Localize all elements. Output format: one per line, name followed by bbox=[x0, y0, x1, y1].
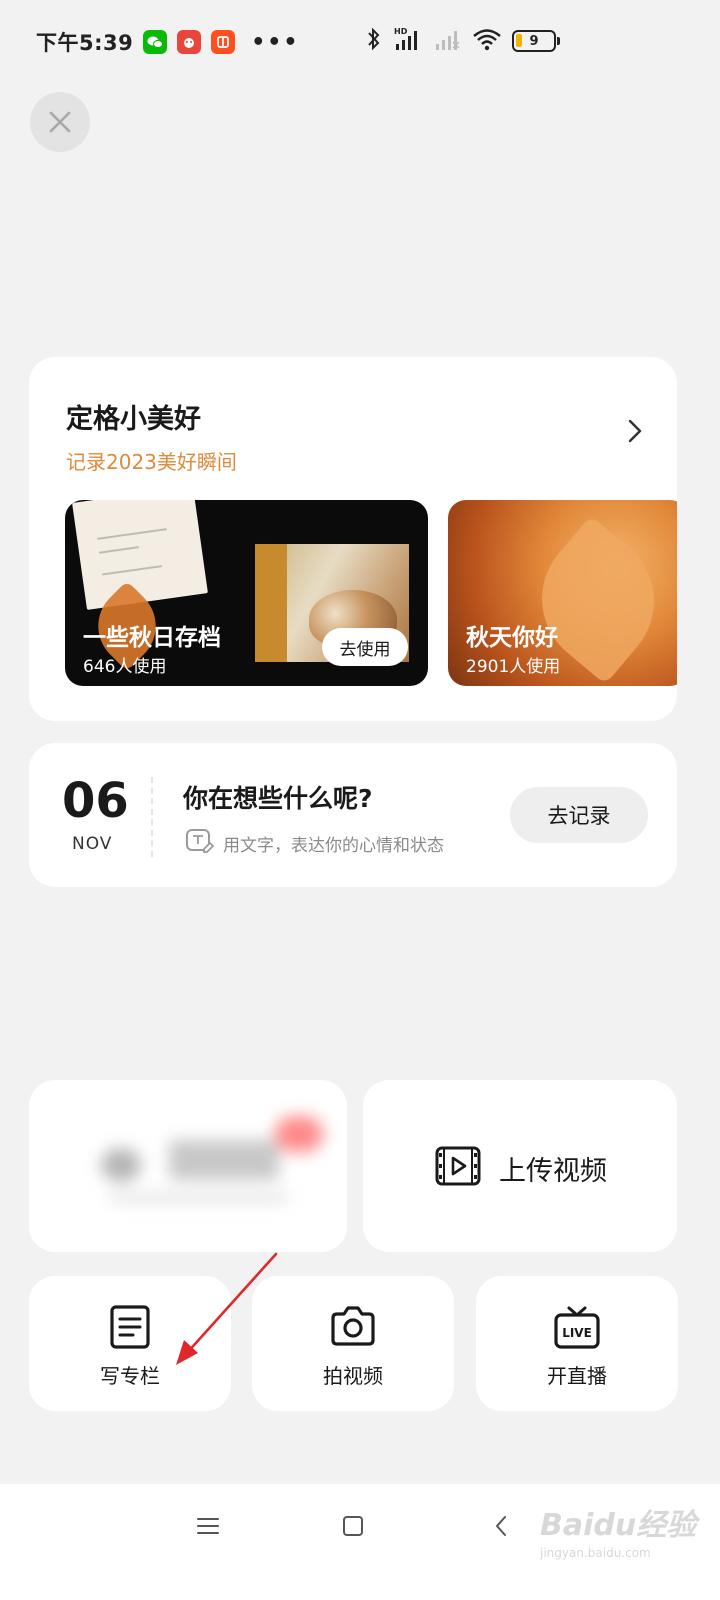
go-live-label: 开直播 bbox=[547, 1364, 607, 1388]
close-button[interactable] bbox=[30, 92, 90, 152]
home-icon[interactable] bbox=[341, 1514, 365, 1542]
shoot-video-label: 拍视频 bbox=[323, 1364, 383, 1388]
status-time: 下午5:39 bbox=[36, 31, 134, 55]
upload-video-tile[interactable]: 上传视频 bbox=[363, 1080, 677, 1252]
shoot-video-tile[interactable]: 拍视频 bbox=[252, 1276, 454, 1411]
close-icon bbox=[49, 111, 71, 133]
template-usage-count: 2901人使用 bbox=[466, 657, 561, 677]
date-day: 06 bbox=[62, 773, 129, 829]
cellular-signal-icon: HD bbox=[392, 26, 422, 56]
bluetooth-icon bbox=[366, 26, 382, 56]
more-apps-indicator: ••• bbox=[251, 29, 300, 55]
video-upload-icon bbox=[435, 1146, 481, 1190]
use-template-button[interactable]: 去使用 bbox=[322, 628, 408, 666]
date-month: NOV bbox=[72, 834, 113, 854]
record-button[interactable]: 去记录 bbox=[510, 787, 648, 843]
divider bbox=[151, 777, 153, 857]
mood-record-card[interactable]: 06 NOV 你在想些什么呢? 用文字，表达你的心情和状态 去记录 bbox=[29, 743, 677, 887]
mood-hint: 用文字，表达你的心情和状态 bbox=[223, 836, 444, 856]
blurred-action-tile[interactable] bbox=[29, 1080, 347, 1252]
moment-template-card: 定格小美好 记录2023美好瞬间 一些秋日存档 646人使用 去使用 秋天你好 … bbox=[29, 357, 677, 721]
menu-icon[interactable] bbox=[196, 1514, 220, 1542]
svg-text:LIVE: LIVE bbox=[562, 1326, 592, 1340]
status-icons: HD 9 bbox=[366, 26, 560, 56]
app-red-icon bbox=[177, 30, 202, 54]
moment-card-title[interactable]: 定格小美好 bbox=[66, 397, 201, 436]
watermark-sub: jingyan.baidu.com bbox=[540, 1546, 651, 1560]
watermark: Baidu经验 jingyan.baidu.com bbox=[540, 1500, 696, 1560]
back-icon[interactable] bbox=[490, 1514, 514, 1542]
chevron-right-icon[interactable] bbox=[625, 417, 645, 449]
template-card-hello-autumn[interactable]: 秋天你好 2901人使用 bbox=[448, 500, 677, 686]
cellular-signal-2-icon bbox=[432, 26, 462, 56]
template-card-autumn-archive[interactable]: 一些秋日存档 646人使用 去使用 bbox=[65, 500, 428, 686]
template-name: 秋天你好 bbox=[466, 625, 558, 651]
svg-text:HD: HD bbox=[394, 27, 408, 36]
text-edit-icon bbox=[185, 827, 215, 859]
blurred-content bbox=[29, 1080, 347, 1252]
write-column-tile[interactable]: 写专栏 bbox=[29, 1276, 231, 1411]
live-tv-icon: LIVE bbox=[553, 1304, 601, 1354]
template-usage-count: 646人使用 bbox=[83, 657, 167, 677]
go-live-tile[interactable]: LIVE 开直播 bbox=[476, 1276, 678, 1411]
battery-level: 9 bbox=[529, 33, 539, 49]
upload-video-label: 上传视频 bbox=[499, 1155, 607, 1187]
moment-card-subtitle: 记录2023美好瞬间 bbox=[66, 450, 237, 474]
write-column-label: 写专栏 bbox=[100, 1364, 160, 1388]
document-icon bbox=[108, 1304, 152, 1354]
watermark-main: Baidu经验 bbox=[540, 1508, 697, 1543]
camera-icon bbox=[329, 1304, 377, 1352]
battery-icon: 9 bbox=[512, 30, 560, 52]
taobao-icon bbox=[211, 30, 236, 54]
wifi-icon bbox=[472, 26, 502, 56]
template-name: 一些秋日存档 bbox=[83, 625, 221, 651]
wechat-icon bbox=[143, 30, 168, 54]
mood-prompt: 你在想些什么呢? bbox=[183, 784, 373, 813]
status-bar: 下午5:39 ••• HD 9 bbox=[0, 0, 720, 84]
